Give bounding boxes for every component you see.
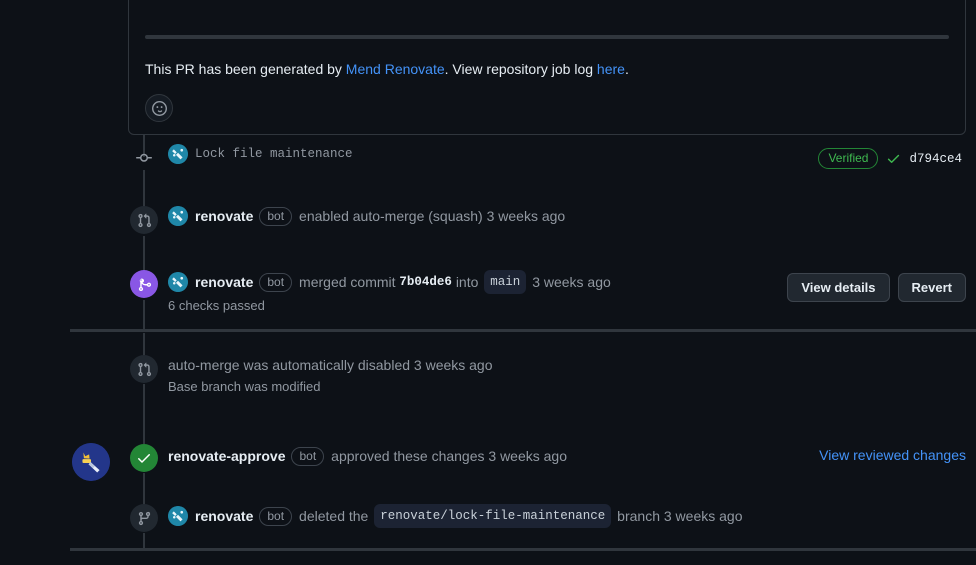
branch-deleted-row: renovate bot deleted the renovate/lock-f…: [0, 504, 976, 532]
generated-middle-text: . View repository job log: [444, 61, 597, 77]
timeline-rail-segment: [143, 170, 145, 210]
mend-renovate-link[interactable]: Mend Renovate: [346, 61, 445, 77]
target-branch-chip[interactable]: main: [484, 270, 527, 294]
merged-text-before: merged commit: [299, 274, 396, 290]
generated-by-line: This PR has been generated by Mend Renov…: [145, 59, 949, 80]
automerge-disabled-text: auto-merge was automatically disabled 3 …: [168, 357, 493, 373]
timeline-rail-segment: [143, 533, 145, 549]
check-circle-icon: [130, 444, 158, 472]
renovate-approve-avatar[interactable]: [72, 443, 110, 481]
automerge-enabled-content: renovate bot enabled auto-merge (squash)…: [168, 206, 976, 226]
renovate-avatar: [168, 144, 188, 164]
commit-message[interactable]: Lock file maintenance: [195, 144, 353, 164]
branch-deleted-content: renovate bot deleted the renovate/lock-f…: [168, 504, 976, 528]
renovate-logo-icon: [168, 272, 188, 292]
commit-row: Lock file maintenance Verified d794ce4: [0, 144, 976, 169]
approved-actions-group: View reviewed changes: [819, 447, 966, 463]
renovate-logo-icon: [168, 144, 188, 164]
pr-description-comment: This PR has been generated by Mend Renov…: [128, 0, 966, 135]
merged-commit-sha[interactable]: 7b04de6: [399, 272, 452, 292]
git-commit-icon: [130, 144, 158, 172]
pr-timeline-page: This PR has been generated by Mend Renov…: [0, 0, 976, 565]
commit-sha[interactable]: d794ce4: [909, 152, 962, 166]
comment-divider: [145, 35, 949, 39]
verified-badge[interactable]: Verified: [818, 148, 879, 169]
approved-row: renovate-approve bot approved these chan…: [0, 443, 976, 481]
check-icon: [886, 151, 901, 166]
actor-name[interactable]: renovate: [195, 272, 253, 292]
revert-button[interactable]: Revert: [897, 273, 966, 302]
comment-body: This PR has been generated by Mend Renov…: [129, 35, 965, 134]
timeline-rail-segment: [143, 236, 145, 271]
base-branch-modified-text: Base branch was modified: [168, 379, 321, 394]
merged-time: 3 weeks ago: [532, 274, 611, 290]
smiley-icon: [151, 100, 167, 116]
branch-deleted-text-after: branch 3 weeks ago: [617, 508, 743, 524]
generated-suffix-text: .: [624, 61, 629, 77]
auto-merge-icon: [130, 355, 158, 383]
generated-prefix-text: This PR has been generated by: [145, 61, 346, 77]
add-reaction-button[interactable]: [145, 94, 173, 122]
automerge-disabled-row: auto-merge was automatically disabled 3 …: [0, 355, 976, 397]
bot-tag: bot: [291, 446, 325, 466]
merged-text-into: into: [455, 274, 479, 290]
bot-tag: bot: [259, 206, 293, 226]
automerge-disabled-main-line: auto-merge was automatically disabled 3 …: [168, 355, 976, 375]
git-merge-icon: [130, 270, 158, 298]
actor-name[interactable]: renovate: [195, 206, 253, 226]
branch-deleted-main-line: renovate bot deleted the renovate/lock-f…: [168, 504, 976, 528]
deleted-branch-chip: renovate/lock-file-maintenance: [374, 504, 612, 528]
automerge-enabled-text: enabled auto-merge (squash) 3 weeks ago: [299, 208, 566, 224]
commit-status-group: Verified d794ce4: [818, 148, 962, 169]
bot-tag: bot: [259, 506, 293, 526]
timeline-bottom-divider: [70, 548, 976, 551]
merged-actions-group: View details Revert: [787, 273, 966, 302]
timeline-rail-segment: [143, 333, 145, 356]
timeline-rail-segment: [143, 473, 145, 505]
automerge-enabled-row: renovate bot enabled auto-merge (squash)…: [0, 206, 976, 234]
approved-text: approved these changes 3 weeks ago: [331, 448, 568, 464]
auto-merge-icon: [130, 206, 158, 234]
actor-name[interactable]: renovate-approve: [168, 446, 285, 466]
view-reviewed-changes-link[interactable]: View reviewed changes: [819, 447, 966, 463]
renovate-logo-icon: [168, 206, 188, 226]
automerge-enabled-main-line: renovate bot enabled auto-merge (squash)…: [168, 206, 976, 226]
renovate-logo-icon: [168, 506, 188, 526]
actor-name[interactable]: renovate: [195, 506, 253, 526]
renovate-avatar[interactable]: [168, 272, 188, 292]
branch-deleted-text-before: deleted the: [299, 508, 369, 524]
renovate-approve-logo-icon: [72, 443, 110, 481]
renovate-avatar[interactable]: [168, 206, 188, 226]
view-details-button[interactable]: View details: [787, 273, 890, 302]
automerge-disabled-content: auto-merge was automatically disabled 3 …: [168, 355, 976, 397]
renovate-avatar[interactable]: [168, 506, 188, 526]
merged-commit-row: renovate bot merged commit 7b04de6 into …: [0, 270, 976, 316]
job-log-here-link[interactable]: here: [597, 61, 625, 77]
git-branch-icon: [130, 504, 158, 532]
bot-tag: bot: [259, 272, 293, 292]
timeline-section-divider: [70, 329, 976, 332]
